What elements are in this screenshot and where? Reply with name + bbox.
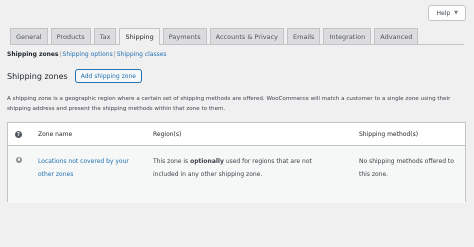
regions-emphasis: optionally [190,158,224,165]
zone-name-link[interactable]: Locations not covered by your other zone… [38,155,143,181]
table-row: Locations not covered by your other zone… [8,146,465,203]
section-heading: Shipping zones Add shipping zone [7,69,142,83]
tab-accounts-privacy[interactable]: Accounts & Privacy [209,28,285,44]
help-label: Help [436,9,451,17]
help-icon[interactable]: ? [15,131,22,138]
tab-products[interactable]: Products [50,28,91,44]
world-icon [16,157,22,163]
zone-regions-text: This zone is optionally used for regions… [153,155,333,181]
subnav-shipping-classes[interactable]: Shipping classes [117,51,167,58]
settings-tabs: General Products Tax Shipping Payments A… [10,28,464,45]
tab-tax[interactable]: Tax [93,28,117,44]
subnav-shipping-zones[interactable]: Shipping zones [7,51,58,58]
tab-advanced[interactable]: Advanced [374,28,419,44]
help-button[interactable]: Help ▼ [428,5,466,21]
tab-shipping[interactable]: Shipping [119,28,160,45]
tab-emails[interactable]: Emails [287,28,321,44]
caret-down-icon: ▼ [454,10,458,16]
page-title: Shipping zones [7,71,68,81]
woocommerce-settings-page: Help ▼ General Products Tax Shipping Pay… [0,0,474,247]
tab-integration[interactable]: Integration [323,28,372,44]
shipping-zones-table: ? Zone name Region(s) Shipping method(s)… [7,122,466,203]
col-zone-name: Zone name [38,131,73,138]
zone-methods-text: No shipping methods offered to this zone… [359,158,454,178]
subnav-shipping-options[interactable]: Shipping options [63,51,113,58]
tab-payments[interactable]: Payments [162,28,207,44]
shipping-zones-description: A shipping zone is a geographic region w… [7,96,451,112]
col-shipping-methods: Shipping method(s) [359,131,419,138]
regions-prefix: This zone is [153,158,191,165]
table-header: ? Zone name Region(s) Shipping method(s) [8,123,465,146]
tab-general[interactable]: General [10,28,48,44]
shipping-subnav: Shipping zones | Shipping options | Ship… [7,51,167,58]
add-shipping-zone-button[interactable]: Add shipping zone [74,69,142,83]
col-regions: Region(s) [153,131,182,138]
